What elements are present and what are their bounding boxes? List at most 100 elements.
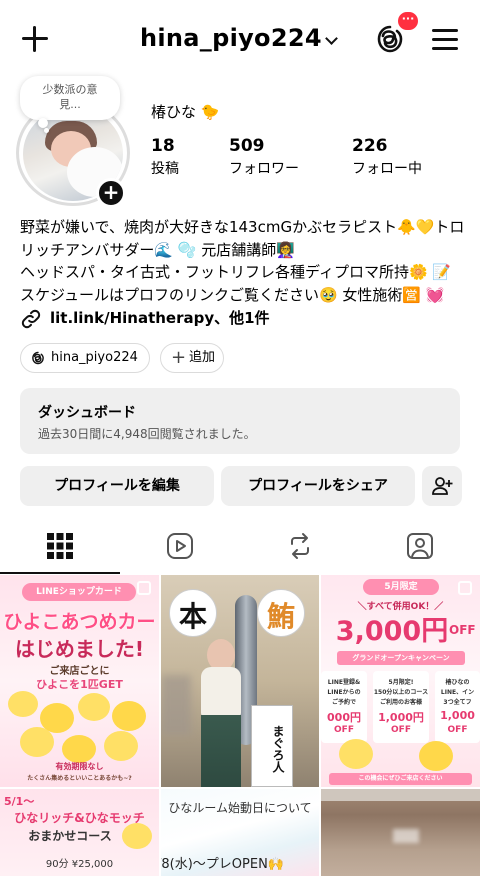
stat-posts-label: 投稿: [151, 161, 179, 177]
threads-pill[interactable]: hina_piyo224: [20, 343, 150, 373]
post-text: ひなルーム始動日について: [168, 801, 312, 815]
person-skirt: [201, 715, 241, 787]
bio-line: スケジュールはプロフのリンクご覧ください🥹 女性施術🈺 💓: [20, 285, 445, 304]
bio-line: 野菜が嫌いで、焼肉が大好きな143cmGかぶセラピスト🐥💛トロリッチアンバサダー…: [20, 218, 465, 259]
menu-icon[interactable]: [432, 27, 460, 51]
post-text: 有効期限なし: [55, 762, 104, 771]
chick-illustration: [122, 823, 152, 849]
note-text-line2: 見...: [59, 98, 81, 111]
stat-posts[interactable]: 18 投稿: [151, 136, 179, 178]
reels-icon: [167, 533, 193, 559]
add-story-icon[interactable]: +: [96, 178, 126, 208]
post-text: 1,000: [440, 709, 475, 722]
post-text: ご来店ごとに: [49, 666, 110, 677]
post-text: はじめました!: [14, 637, 145, 661]
add-pill-label: 追加: [189, 350, 216, 365]
note-text-line1: 少数派の意: [42, 83, 98, 96]
note-tail-small: [44, 128, 49, 133]
post-text: 本: [178, 600, 207, 633]
post-text: ご予約で: [331, 699, 356, 706]
post-thumbnail[interactable]: 5月限定 ＼すべて併用OK！／ 3,000円 OFF グランドオープンキャンペー…: [321, 575, 480, 787]
post-text: 000円: [327, 711, 361, 724]
tab-reposts[interactable]: [240, 522, 360, 574]
chick-illustration: [104, 731, 138, 761]
post-grid: LINEショップカード ひよこあつめカー はじめました! ご来店ごとに ひよこを…: [0, 575, 480, 876]
chick-illustration: [62, 735, 96, 763]
share-profile-button[interactable]: プロフィールをシェア: [221, 466, 415, 506]
dashboard-subtitle: 過去30日間に4,948回閲覧されました。: [38, 427, 256, 441]
tagged-icon: [407, 533, 433, 559]
room-ceiling: [321, 789, 480, 801]
post-text: 150分以上のコース: [373, 689, 429, 696]
dashboard-card[interactable]: ダッシュボード 過去30日間に4,948回閲覧されました。: [20, 388, 460, 454]
tab-tagged[interactable]: [360, 522, 480, 574]
add-pill[interactable]: + 追加: [160, 343, 224, 373]
person-body: [201, 667, 241, 717]
post-text: 3,000円: [335, 616, 449, 647]
link-icon: [21, 309, 41, 329]
post-text: OFF: [447, 725, 468, 735]
display-name: 椿ひな 🐤: [151, 103, 220, 121]
plus-icon[interactable]: [20, 24, 50, 54]
post-thumbnail[interactable]: ひなルーム始動日について /8(水)～プレOPEN🙌: [161, 789, 319, 876]
post-text: LINEからの: [327, 689, 361, 696]
post-text: 3つ全てフ: [443, 699, 472, 706]
post-text: まぐろ人: [271, 725, 285, 773]
username-title[interactable]: hina_piyo224: [140, 24, 322, 52]
post-text: LINE、イン: [440, 689, 475, 696]
profile-tabs: [0, 522, 480, 574]
tab-reels[interactable]: [120, 522, 240, 574]
post-text: この機会にぜひご来店ください: [329, 773, 472, 785]
add-person-icon: [432, 477, 453, 495]
post-text: ひよこを1匹GET: [36, 678, 123, 691]
add-person-button[interactable]: [422, 466, 462, 506]
post-thumbnail[interactable]: LINEショップカード ひよこあつめカー はじめました! ご来店ごとに ひよこを…: [0, 575, 159, 787]
post-text: グランドオープンキャンペーン: [337, 651, 465, 665]
bio: 野菜が嫌いで、焼肉が大好きな143cmGかぶセラピスト🐥💛トロリッチアンバサダー…: [20, 216, 466, 306]
post-text: ご利用のお客様: [379, 699, 422, 706]
tab-grid[interactable]: [0, 522, 120, 574]
note-bubble[interactable]: 少数派の意 見...: [20, 76, 120, 120]
post-text: 鮪: [266, 600, 295, 633]
chick-illustration: [8, 691, 38, 717]
post-text: ひよこあつめカー: [3, 611, 156, 633]
chick-illustration: [112, 701, 146, 731]
multi-post-icon: [458, 581, 472, 595]
post-text: OFF: [334, 725, 354, 735]
post-text: 5月限定: [363, 579, 439, 595]
grid-icon: [47, 533, 73, 559]
plus-icon: +: [171, 347, 187, 368]
edit-profile-button[interactable]: プロフィールを編集: [20, 466, 214, 506]
bio-line: ヘッドスパ・タイ古式・フットリフレ各種ディプロマ所持🌼 📝: [20, 263, 452, 281]
bio-link-text[interactable]: lit.link/Hinatherapy、他1件: [50, 307, 270, 328]
post-text: 90分 ¥25,000: [45, 859, 114, 870]
post-text: 5月限定!: [388, 679, 414, 686]
threads-pill-label: hina_piyo224: [51, 350, 138, 365]
blurred-person: [161, 675, 191, 735]
note-tail: [38, 118, 48, 128]
stat-followers-label: フォロワー: [229, 161, 299, 177]
post-text: 1,000円: [378, 711, 424, 724]
post-thumbnail[interactable]: 本 鮪 まぐろ人: [161, 575, 319, 787]
chick-illustration: [78, 693, 110, 721]
post-thumbnail[interactable]: [321, 789, 480, 876]
chick-illustration: [20, 727, 54, 757]
multi-post-icon: [137, 581, 151, 595]
chick-illustration: [419, 741, 453, 771]
post-text: おまかせコース: [28, 829, 112, 843]
stat-posts-value: 18: [151, 136, 175, 156]
stat-following[interactable]: 226 フォロー中: [352, 136, 422, 178]
post-text: OFF: [449, 623, 476, 637]
chevron-down-icon[interactable]: [325, 32, 338, 45]
dashboard-title: ダッシュボード: [38, 405, 136, 421]
post-text: 椿ひなの: [445, 679, 470, 686]
notification-badge[interactable]: ···: [396, 10, 420, 32]
post-text: OFF: [391, 725, 411, 735]
post-text: LINEショップカード: [22, 583, 136, 601]
post-thumbnail[interactable]: 5/1～ ひなリッチ&ひなモッチ おまかせコース 90分 ¥25,000: [0, 789, 159, 876]
active-tab-indicator: [0, 572, 120, 574]
post-text: /8(水)～プレOPEN🙌: [161, 857, 284, 872]
reposts-icon: [291, 533, 309, 559]
light-reflection: [393, 829, 419, 843]
stat-followers[interactable]: 509 フォロワー: [229, 136, 299, 178]
